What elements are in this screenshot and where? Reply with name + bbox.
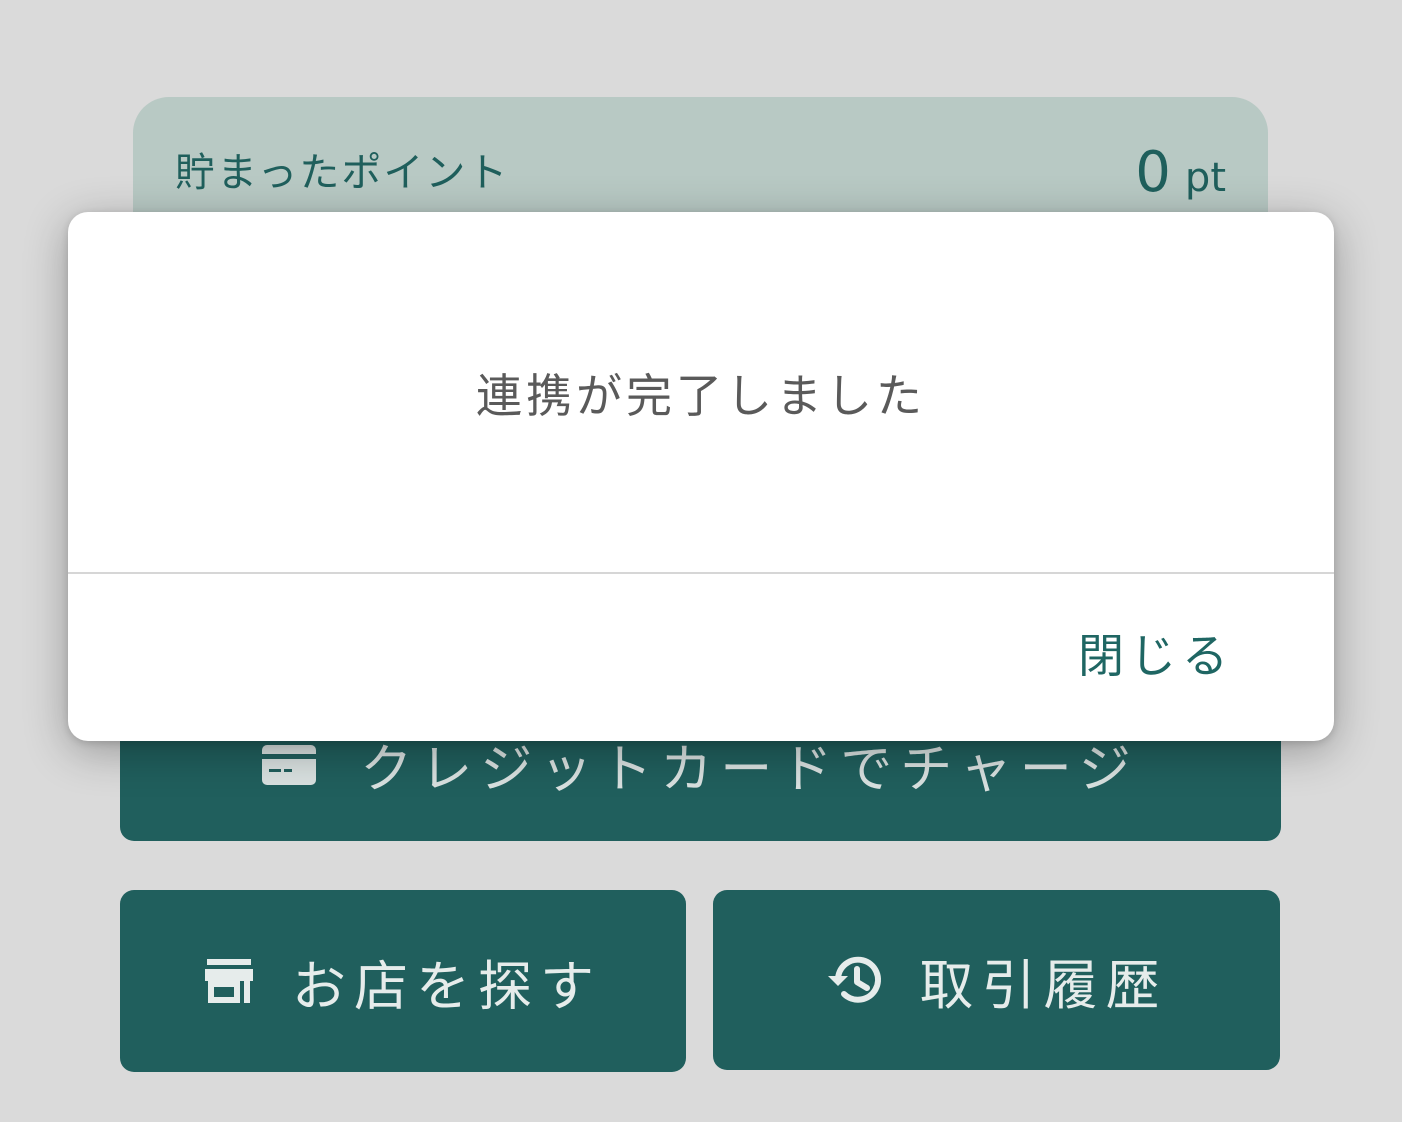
- close-button[interactable]: 閉じる: [1078, 626, 1234, 686]
- points-unit: pt: [1184, 155, 1226, 201]
- store-icon: [204, 959, 254, 1003]
- points-value: 0 pt: [1135, 141, 1226, 218]
- credit-card-icon: [262, 744, 317, 785]
- points-number: 0: [1135, 140, 1171, 205]
- history-icon: [826, 954, 882, 1006]
- dialog-divider: [68, 572, 1334, 574]
- transaction-history-button[interactable]: 取引履歴: [713, 890, 1280, 1070]
- completion-dialog: 連携が完了しました 閉じる: [68, 212, 1334, 741]
- find-shop-button[interactable]: お店を探す: [120, 890, 686, 1072]
- dialog-message: 連携が完了しました: [476, 369, 926, 423]
- transaction-history-label: 取引履歴: [919, 953, 1168, 1017]
- find-shop-label: お店を探す: [292, 954, 602, 1018]
- points-label: 貯まったポイント: [175, 150, 510, 196]
